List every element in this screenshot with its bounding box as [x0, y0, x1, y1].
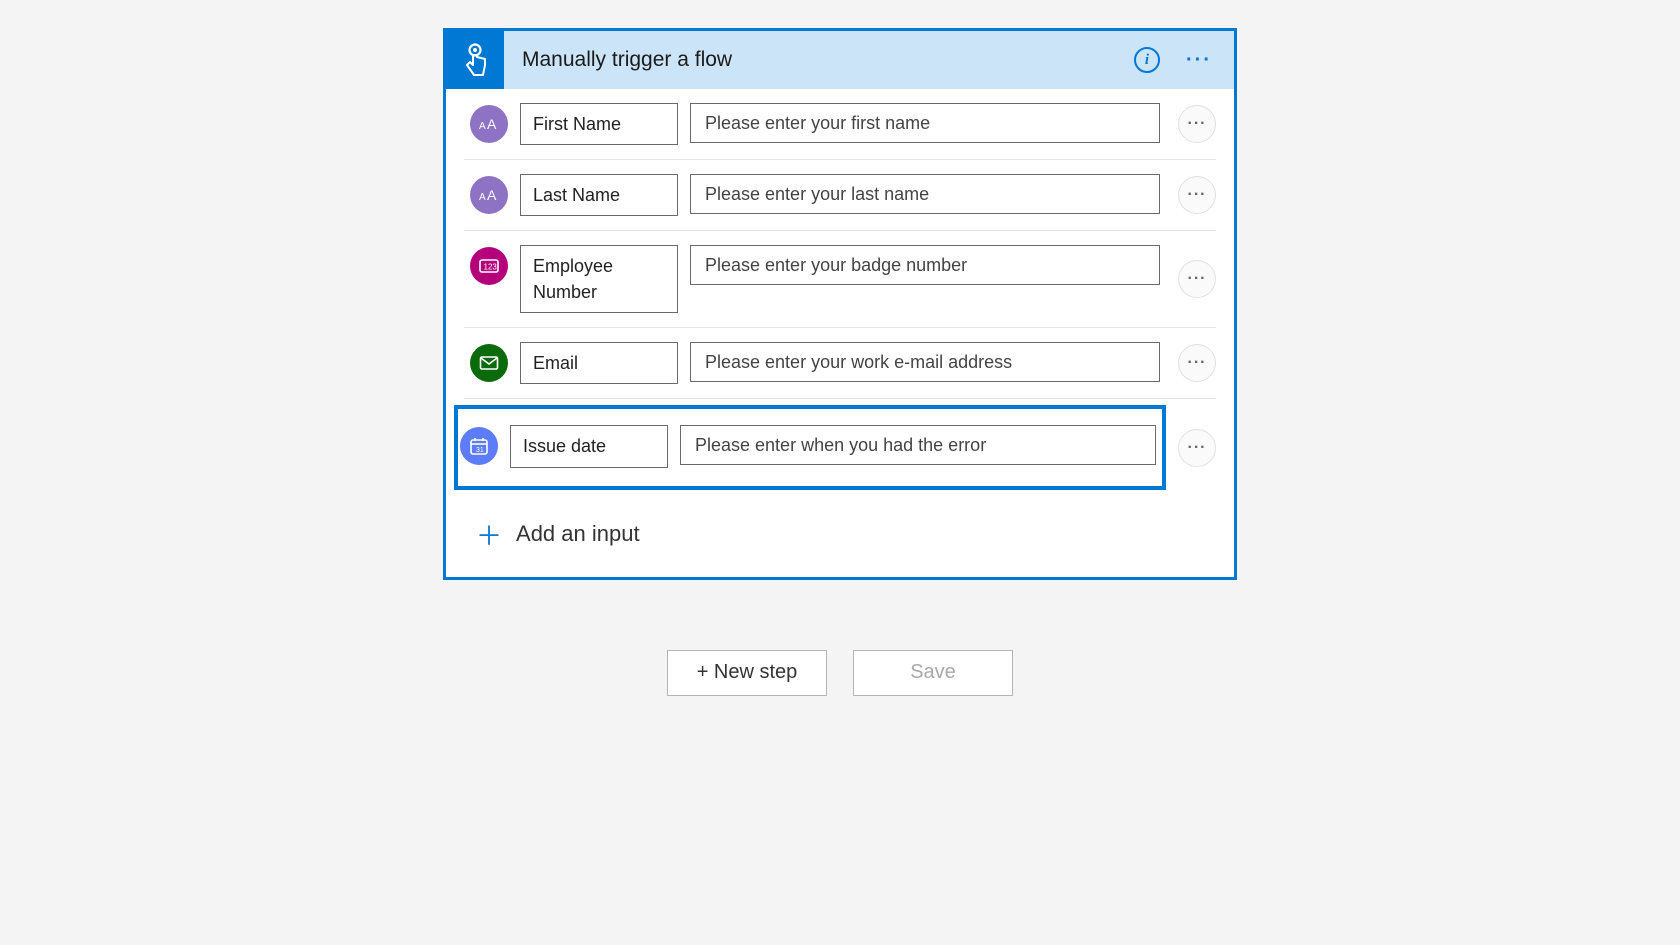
input-row-inner	[464, 338, 1166, 388]
input-row-inner: AA	[464, 99, 1166, 149]
input-row: AA ···	[464, 160, 1216, 231]
svg-text:A: A	[479, 192, 486, 203]
trigger-card: Manually trigger a flow i ··· AA···AA···…	[443, 28, 1237, 580]
trigger-header: Manually trigger a flow i ···	[446, 31, 1234, 89]
text-type-icon: AA	[470, 105, 508, 143]
input-label-field[interactable]	[520, 342, 678, 384]
date-type-icon: 31	[460, 427, 498, 465]
input-row: 31 ···	[464, 399, 1216, 495]
row-more-button[interactable]: ···	[1178, 105, 1216, 143]
add-input-button[interactable]: ＋ Add an input	[446, 496, 1234, 577]
input-prompt-field[interactable]	[680, 425, 1156, 465]
trigger-title: Manually trigger a flow	[504, 48, 1134, 72]
input-row-inner: 123	[464, 241, 1166, 317]
row-more-button[interactable]: ···	[1178, 176, 1216, 214]
input-label-field[interactable]	[510, 425, 668, 467]
input-row: 123 ···	[464, 231, 1216, 328]
row-more-button[interactable]: ···	[1178, 429, 1216, 467]
svg-text:A: A	[487, 187, 497, 203]
svg-text:A: A	[487, 116, 497, 132]
input-prompt-field[interactable]	[690, 245, 1160, 285]
email-type-icon	[470, 344, 508, 382]
footer-actions: + New step Save	[667, 650, 1013, 696]
input-row: AA ···	[464, 89, 1216, 160]
number-type-icon: 123	[470, 247, 508, 285]
input-row-inner: 31	[454, 405, 1166, 489]
svg-text:31: 31	[476, 447, 484, 454]
input-label-field[interactable]	[520, 103, 678, 145]
new-step-button[interactable]: + New step	[667, 650, 827, 696]
row-more-button[interactable]: ···	[1178, 344, 1216, 382]
row-more-button[interactable]: ···	[1178, 260, 1216, 298]
input-label-field[interactable]	[520, 245, 678, 313]
text-type-icon: AA	[470, 176, 508, 214]
save-button[interactable]: Save	[853, 650, 1013, 696]
input-prompt-field[interactable]	[690, 174, 1160, 214]
input-row-inner: AA	[464, 170, 1166, 220]
add-input-label: Add an input	[516, 521, 640, 547]
svg-text:A: A	[479, 121, 486, 132]
input-prompt-field[interactable]	[690, 342, 1160, 382]
header-more-button[interactable]: ···	[1182, 45, 1216, 76]
input-label-field[interactable]	[520, 174, 678, 216]
inputs-list: AA···AA···123······31···	[446, 89, 1234, 496]
plus-icon: ＋	[476, 516, 502, 553]
info-icon[interactable]: i	[1134, 47, 1160, 73]
input-prompt-field[interactable]	[690, 103, 1160, 143]
input-row: ···	[464, 328, 1216, 399]
manual-trigger-icon	[446, 31, 504, 89]
svg-text:123: 123	[484, 263, 498, 272]
